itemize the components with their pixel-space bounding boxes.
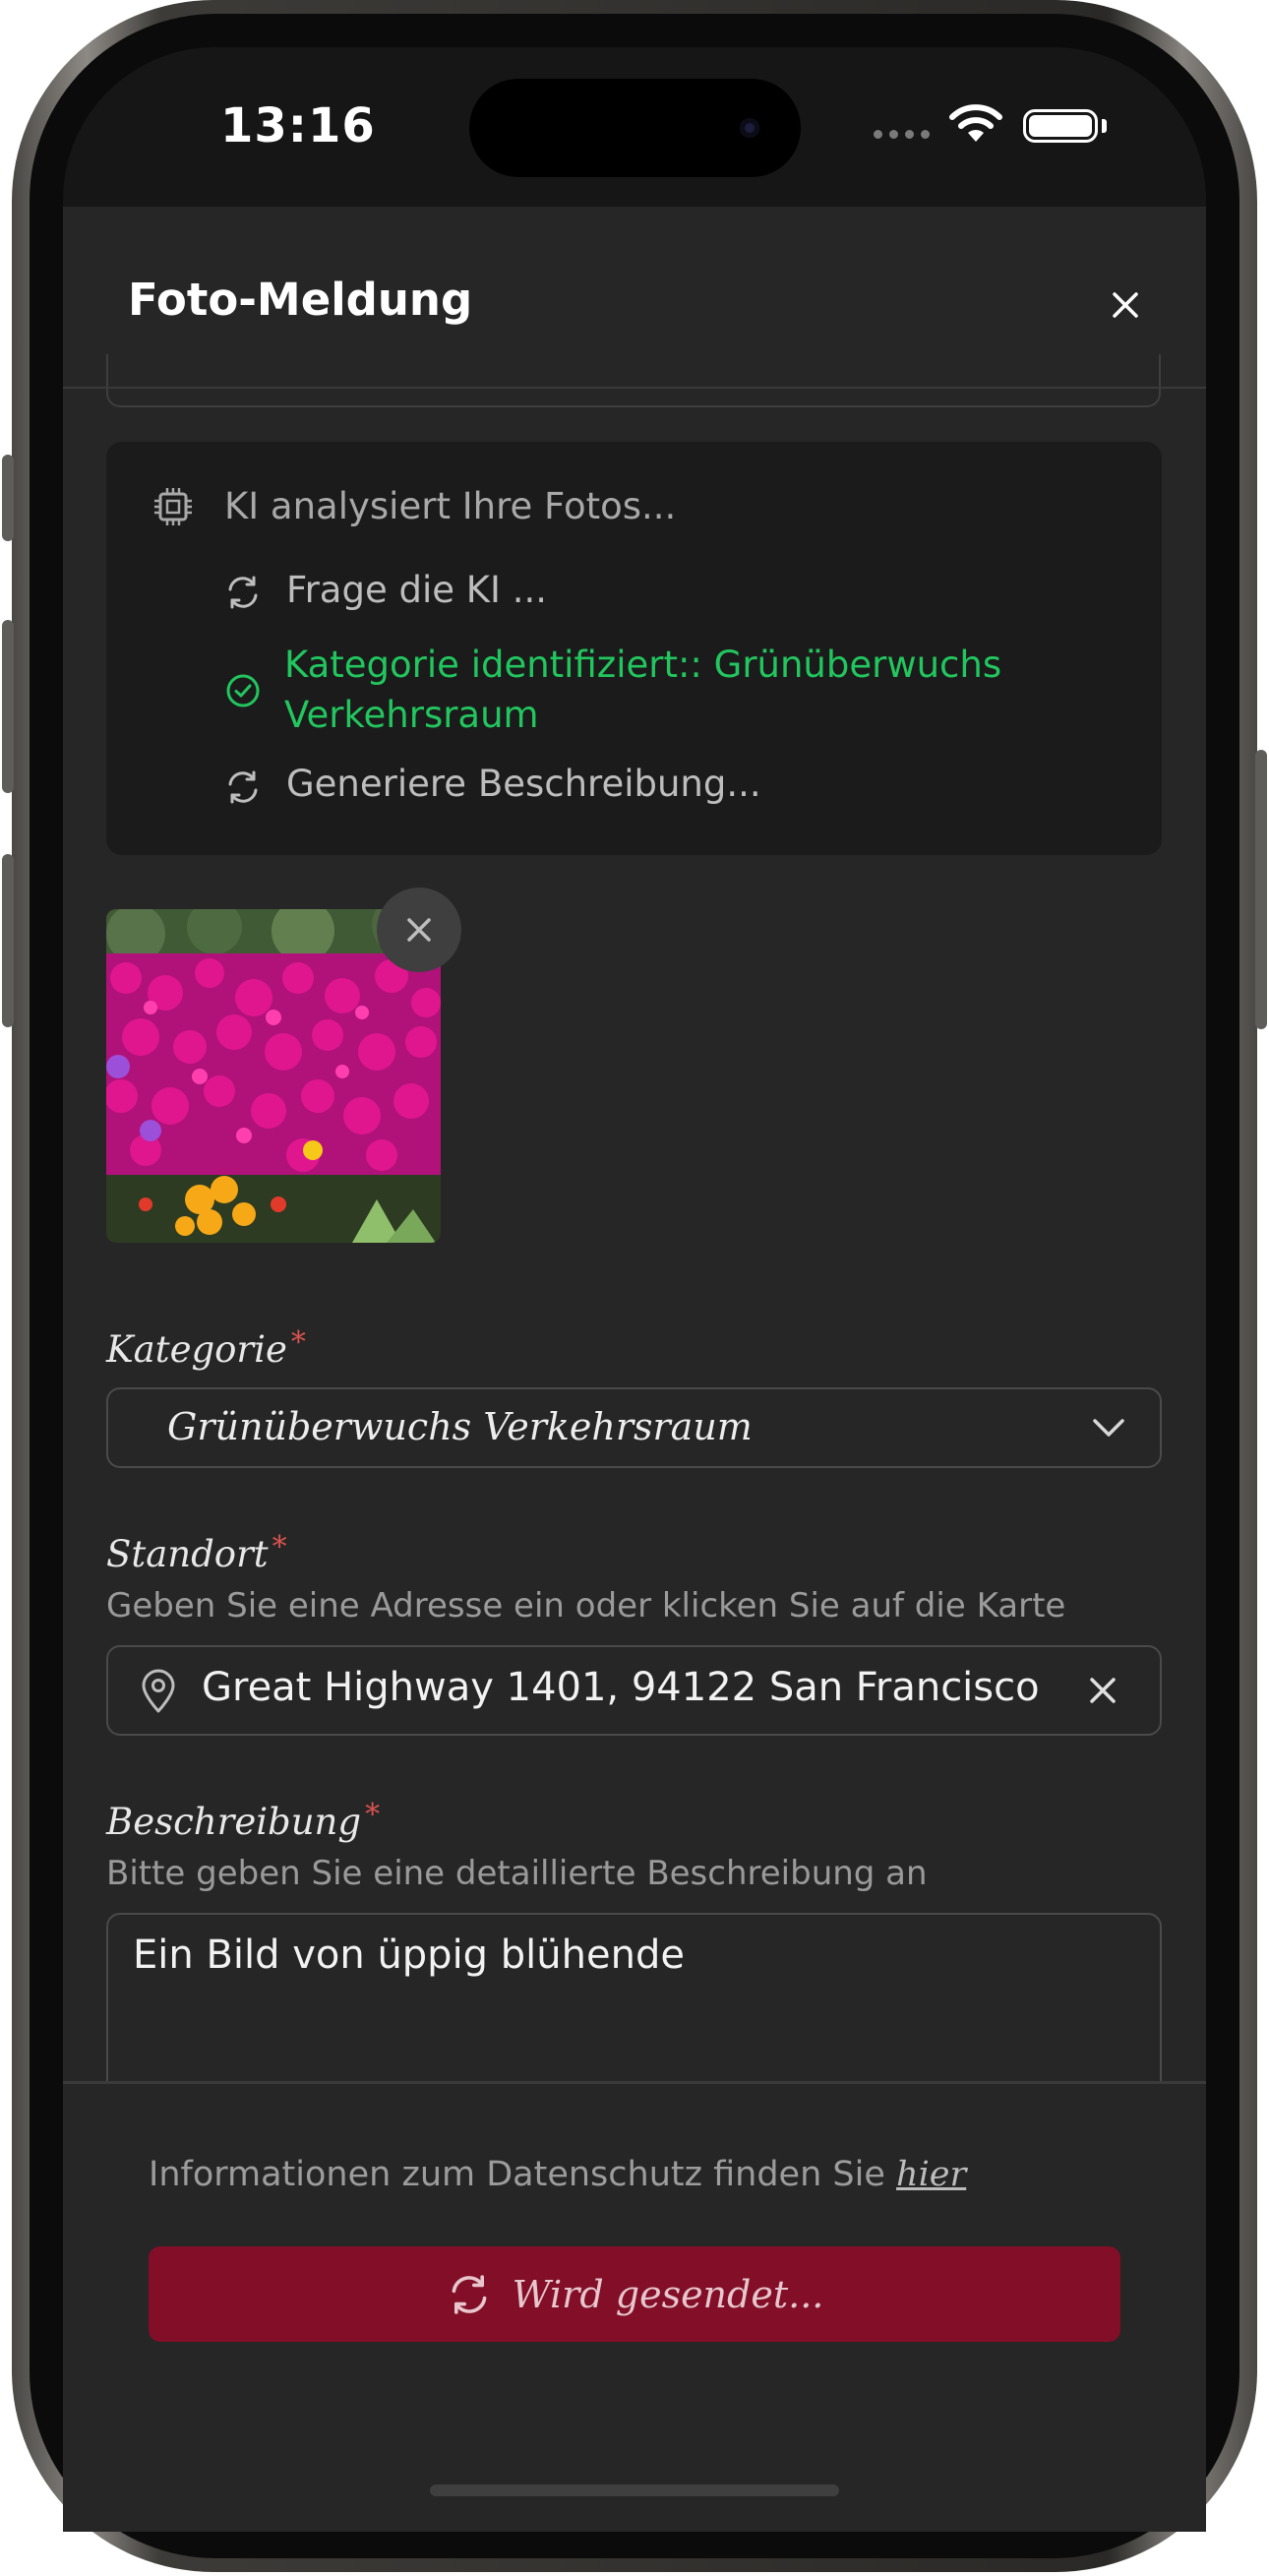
- home-indicator[interactable]: [430, 2484, 839, 2496]
- location-input-value: Great Highway 1401, 94122 San Francisco: [202, 1665, 1040, 1710]
- sheet-title: Foto-Meldung: [128, 274, 473, 326]
- header-divider: [63, 387, 1206, 389]
- volume-down-button: [2, 854, 14, 1027]
- check-circle-icon: [226, 674, 260, 707]
- status-time: 13:16: [220, 98, 376, 153]
- cpu-chip-icon: [154, 488, 192, 525]
- privacy-text: Informationen zum Datenschutz finden Sie: [149, 2155, 885, 2194]
- close-icon[interactable]: [1106, 285, 1145, 325]
- ai-status-title: KI analysiert Ihre Fotos...: [224, 485, 677, 527]
- battery-icon: [1023, 109, 1098, 143]
- refresh-icon: [228, 576, 258, 609]
- category-label: Kategorie *: [106, 1325, 306, 1371]
- volume-up-button: [2, 620, 14, 793]
- battery-cap: [1102, 119, 1107, 133]
- ai-step-category-line2: Verkehrsraum: [284, 694, 539, 736]
- location-label: Standort *: [106, 1530, 287, 1575]
- wifi-icon: [949, 104, 1002, 142]
- close-icon: [407, 918, 431, 942]
- location-hint: Geben Sie eine Adresse ein oder klicken …: [106, 1586, 1066, 1625]
- required-asterisk: *: [272, 1530, 287, 1564]
- remove-photo-button[interactable]: [377, 888, 461, 972]
- clear-icon[interactable]: [1085, 1673, 1120, 1708]
- description-textarea-value: Ein Bild von üppig blühende: [133, 1932, 685, 1978]
- submit-button[interactable]: Wird gesendet...: [149, 2246, 1120, 2342]
- description-label-text: Beschreibung: [106, 1801, 362, 1843]
- ai-step-ask: Frage die KI ...: [286, 569, 547, 611]
- ai-step-category-line1: Kategorie identifiziert:: Grünüberwuchs: [284, 644, 1002, 686]
- privacy-notice: Informationen zum Datenschutz finden Sie…: [149, 2155, 966, 2194]
- cellular-signal-icon: [874, 130, 930, 139]
- category-label-text: Kategorie: [106, 1328, 287, 1371]
- chevron-down-icon: [1093, 1419, 1124, 1437]
- refresh-icon: [452, 2274, 487, 2314]
- power-button: [1255, 750, 1267, 1029]
- submit-button-label: Wird gesendet...: [512, 2272, 824, 2316]
- location-label-text: Standort: [106, 1533, 269, 1575]
- description-label: Beschreibung *: [106, 1798, 381, 1843]
- action-button: [2, 455, 14, 541]
- map-pin-icon: [142, 1669, 175, 1713]
- required-asterisk: *: [365, 1798, 381, 1832]
- refresh-icon: [228, 770, 258, 804]
- required-asterisk: *: [290, 1325, 306, 1360]
- ai-step-description: Generiere Beschreibung...: [286, 763, 761, 805]
- category-select-value: Grünüberwuchs Verkehrsraum: [167, 1405, 753, 1448]
- camera-icon: [740, 118, 759, 138]
- description-hint: Bitte geben Sie eine detaillierte Beschr…: [106, 1854, 928, 1893]
- privacy-link[interactable]: hier: [896, 2155, 966, 2194]
- previous-field: [106, 354, 1161, 407]
- ai-step-category: Kategorie identifiziert:: Grünüberwuchs …: [284, 640, 1001, 740]
